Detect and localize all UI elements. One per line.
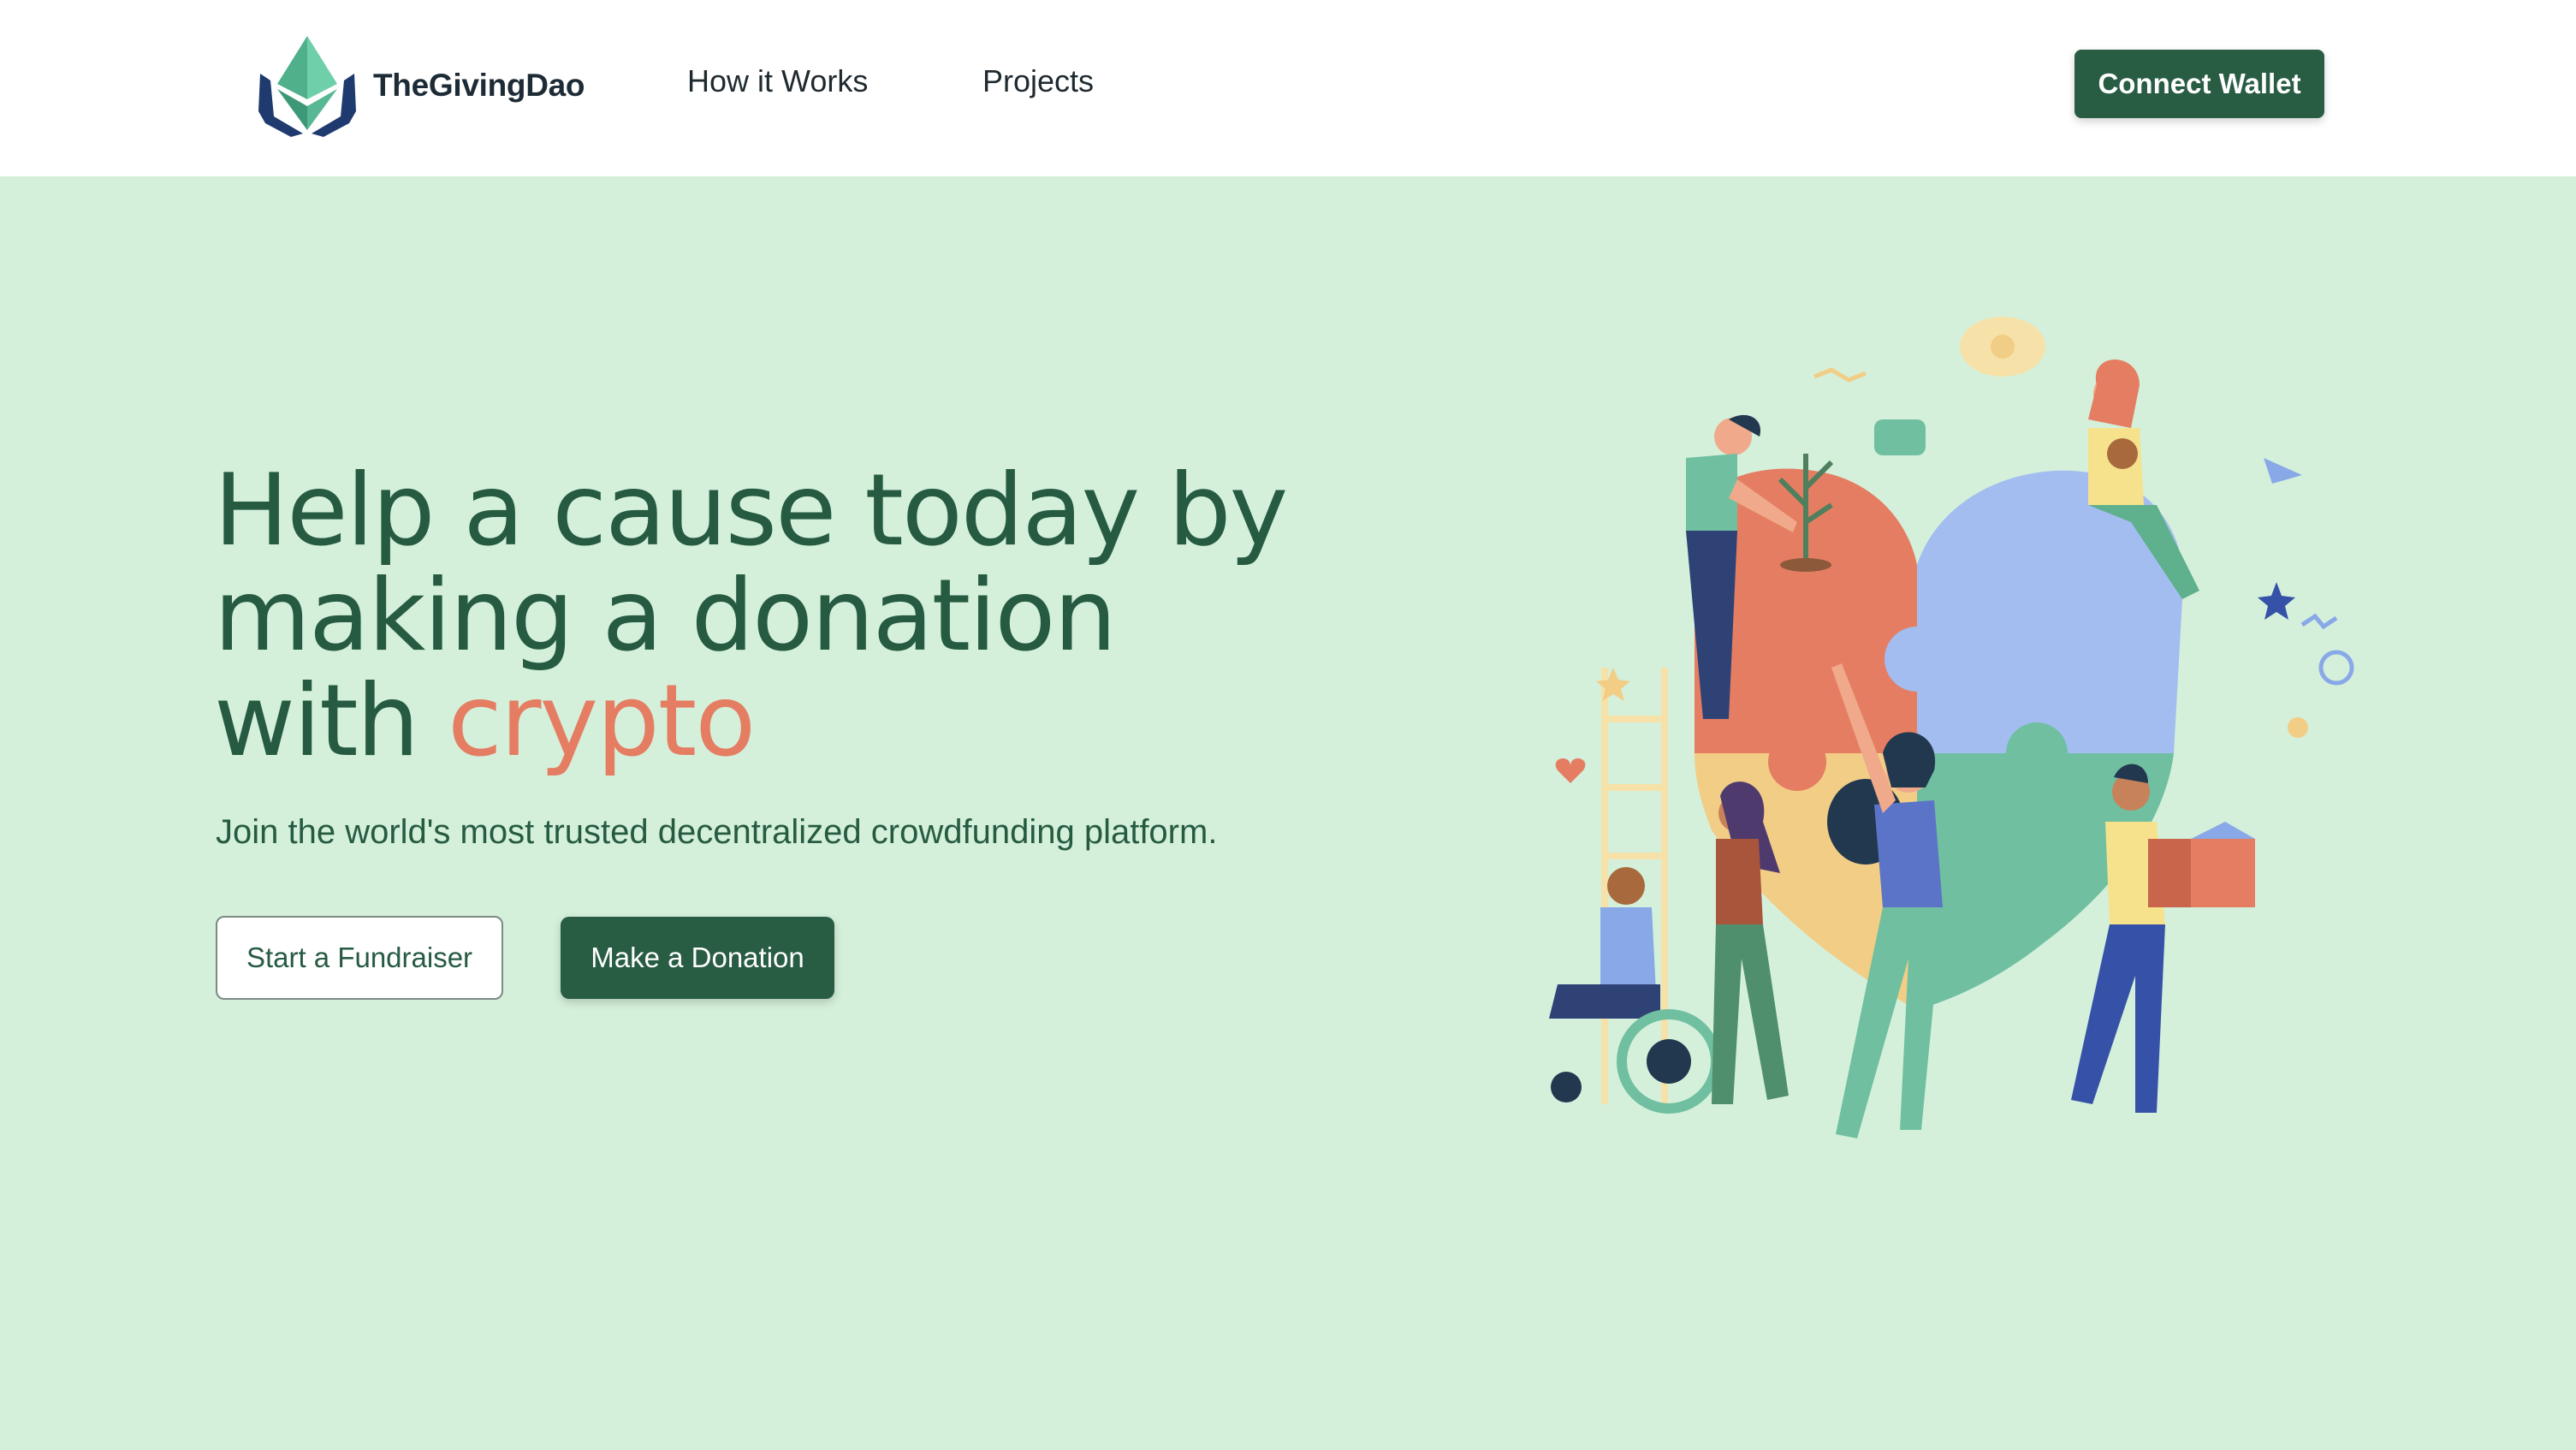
people-puzzle-heart-illustration-icon (1549, 317, 2354, 1138)
hero-title-accent: crypto (447, 663, 756, 779)
hero-subtitle: Join the world's most trusted decentrali… (216, 813, 1218, 851)
nav-link-how-it-works[interactable]: How it Works (687, 63, 868, 99)
top-nav: TheGivingDao How it Works Projects Conne… (0, 0, 2576, 176)
brand-name: TheGivingDao (373, 68, 585, 103)
hero-title: Help a cause today by making a donation … (214, 458, 1327, 774)
make-donation-button[interactable]: Make a Donation (561, 917, 834, 999)
connect-wallet-button[interactable]: Connect Wallet (2074, 50, 2324, 118)
brand[interactable]: TheGivingDao (257, 34, 585, 137)
start-fundraiser-button[interactable]: Start a Fundraiser (216, 916, 503, 1000)
nav-link-projects[interactable]: Projects (982, 63, 1094, 99)
ethereum-hands-logo-icon (258, 36, 356, 137)
